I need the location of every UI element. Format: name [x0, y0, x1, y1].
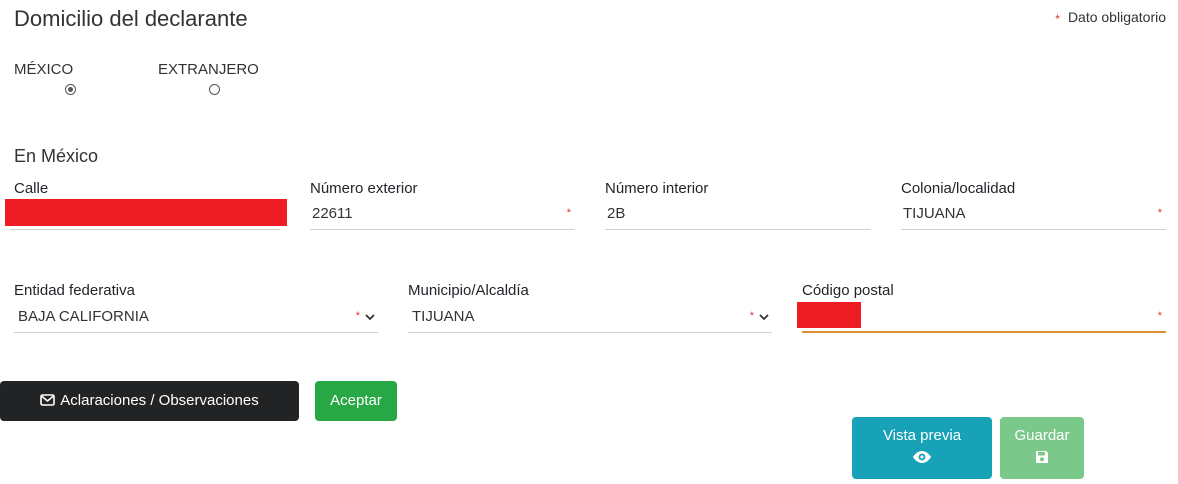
- codigo-postal-label: Código postal: [802, 282, 894, 299]
- redacted-codigo-postal: [797, 302, 861, 328]
- entidad-value: BAJA CALIFORNIA: [18, 308, 149, 325]
- municipio-value: TIJUANA: [412, 308, 475, 325]
- required-note: * Dato obligatorio: [1055, 9, 1166, 26]
- numero-exterior-value: 22611: [312, 205, 353, 222]
- eye-icon: [913, 451, 931, 463]
- aclaraciones-label: Aclaraciones / Observaciones: [60, 392, 259, 409]
- numero-interior-label: Número interior: [605, 180, 709, 197]
- aceptar-button[interactable]: Aceptar: [315, 381, 397, 421]
- numero-exterior-label: Número exterior: [310, 180, 418, 197]
- guardar-label: Guardar: [1014, 427, 1070, 444]
- required-star: *: [1055, 12, 1060, 26]
- municipio-select[interactable]: TIJUANA *: [408, 305, 772, 333]
- required-star: *: [566, 207, 571, 219]
- radio-extranjero[interactable]: [209, 84, 220, 95]
- aceptar-label: Aceptar: [330, 392, 382, 409]
- required-star: *: [1157, 207, 1162, 219]
- required-star: *: [1157, 310, 1162, 322]
- save-icon: [1036, 451, 1048, 463]
- numero-interior-value: 2B: [607, 205, 626, 222]
- required-star: *: [355, 310, 360, 322]
- aclaraciones-button[interactable]: Aclaraciones / Observaciones: [0, 381, 299, 421]
- vista-previa-button[interactable]: Vista previa: [852, 417, 992, 479]
- redacted-calle: [5, 199, 287, 226]
- required-note-text: Dato obligatorio: [1067, 9, 1166, 25]
- section-title: En México: [14, 146, 99, 166]
- numero-exterior-input[interactable]: 22611 *: [310, 202, 575, 230]
- chevron-down-icon: [365, 314, 375, 321]
- radio-mexico[interactable]: [65, 84, 76, 95]
- page-title: Domicilio del declarante: [14, 6, 248, 31]
- colonia-input[interactable]: TIJUANA *: [901, 202, 1166, 230]
- entidad-label: Entidad federativa: [14, 282, 135, 299]
- radio-label-extranjero: EXTRANJERO: [158, 61, 259, 78]
- chevron-down-icon: [759, 314, 769, 321]
- envelope-icon: [40, 394, 56, 406]
- municipio-label: Municipio/Alcaldía: [408, 282, 529, 299]
- colonia-label: Colonia/localidad: [901, 180, 1016, 197]
- colonia-value: TIJUANA: [903, 205, 966, 222]
- guardar-button[interactable]: Guardar: [1000, 417, 1084, 479]
- calle-label: Calle: [14, 180, 49, 197]
- vista-previa-label: Vista previa: [882, 427, 962, 444]
- radio-label-mexico: MÉXICO: [14, 61, 74, 78]
- required-star: *: [749, 310, 754, 322]
- entidad-select[interactable]: BAJA CALIFORNIA *: [14, 305, 378, 333]
- numero-interior-input[interactable]: 2B: [605, 202, 871, 230]
